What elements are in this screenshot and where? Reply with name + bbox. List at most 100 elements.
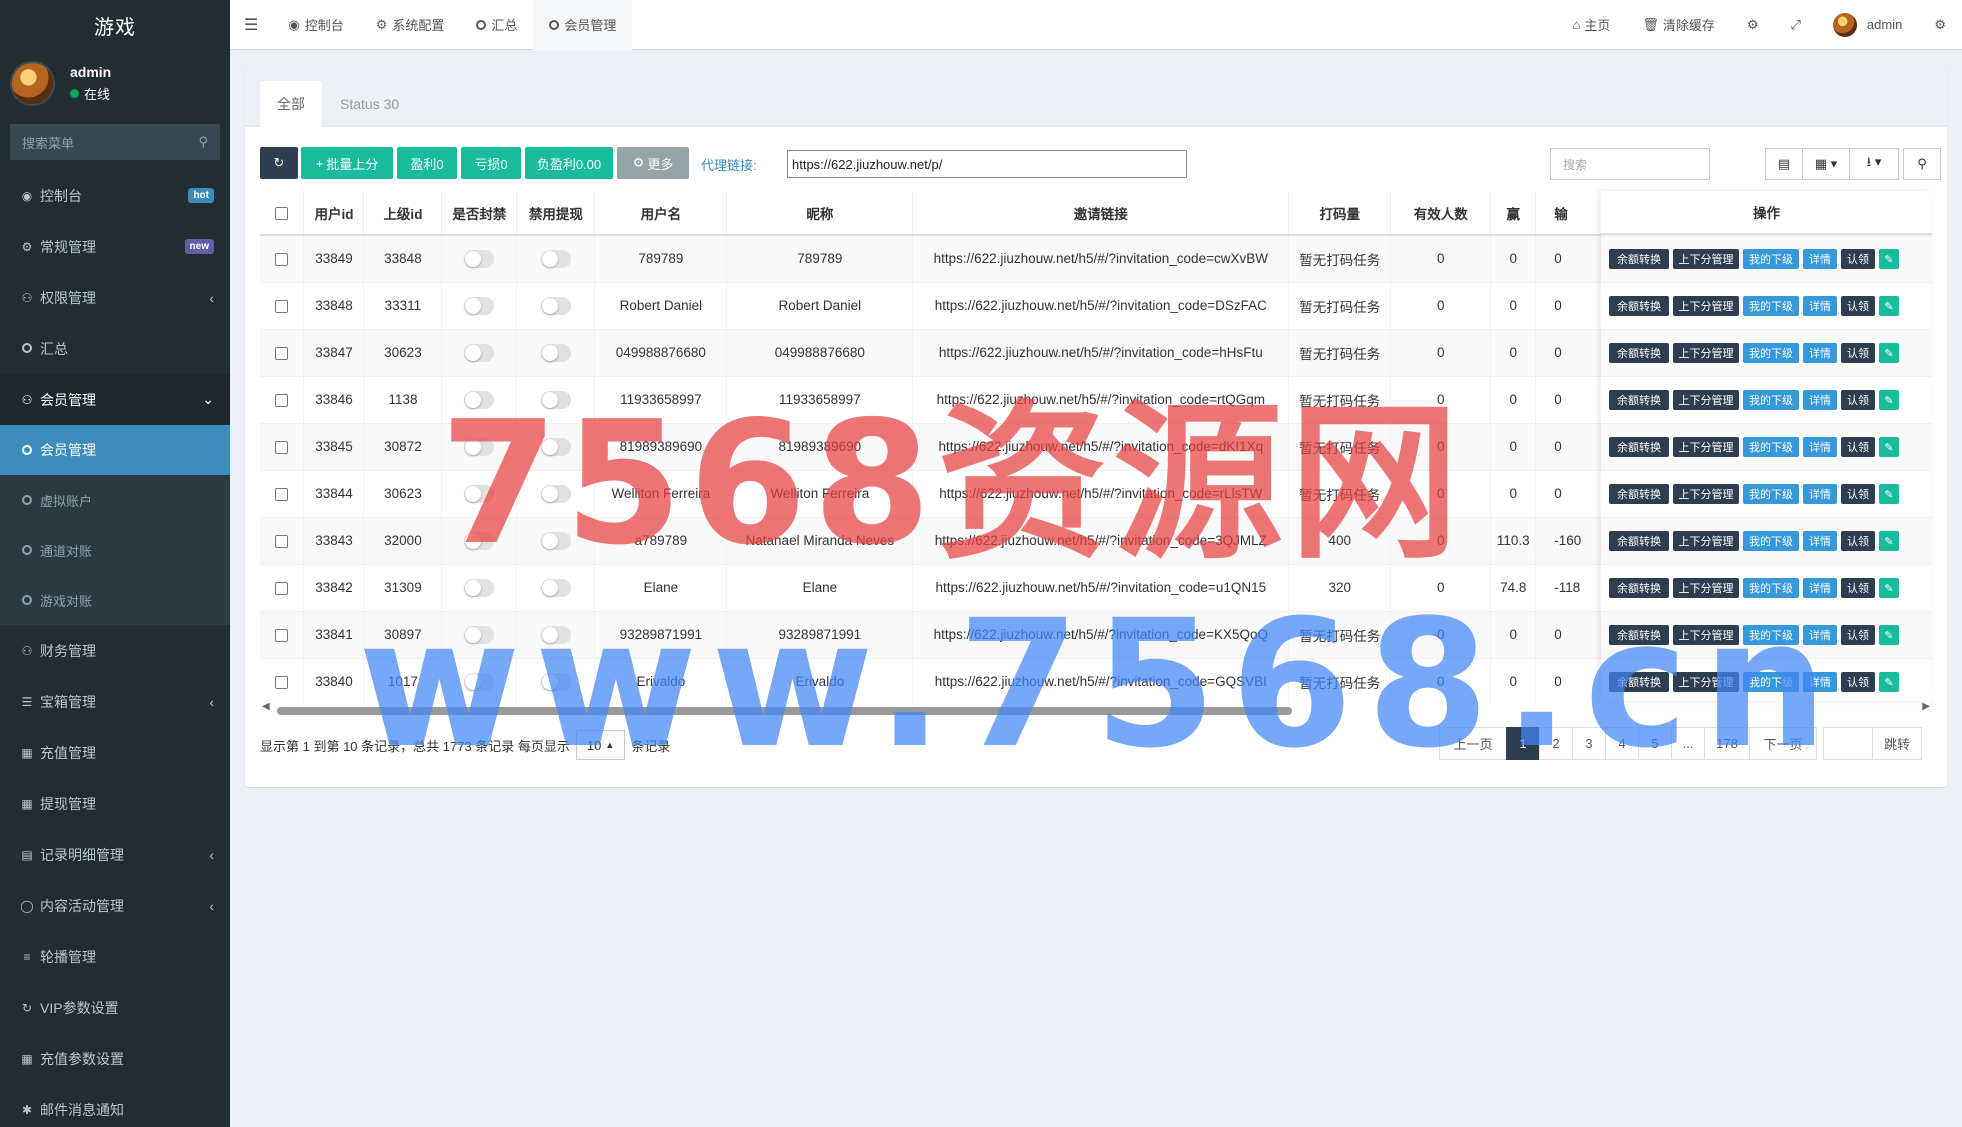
row-checkbox[interactable]	[260, 234, 305, 282]
edit-icon[interactable]: ✎	[1879, 296, 1899, 316]
tab-dashboard[interactable]: ◉ 控制台	[272, 0, 359, 50]
profit-button[interactable]: 盈利0	[397, 147, 457, 179]
negative-profit-button[interactable]: 负盈利0.00	[525, 147, 613, 179]
details-button[interactable]: 详情	[1803, 343, 1837, 363]
user-menu[interactable]: admin	[1817, 0, 1918, 50]
row-checkbox[interactable]	[260, 422, 305, 470]
my-subordinates-button[interactable]: 我的下级	[1743, 484, 1799, 504]
details-button[interactable]: 详情	[1803, 484, 1837, 504]
row-checkbox[interactable]	[260, 375, 305, 423]
row-checkbox[interactable]	[260, 516, 305, 564]
toggle-view-button[interactable]: ▤	[1765, 148, 1803, 180]
sidebar-item[interactable]: ▦ 充值管理	[0, 727, 230, 778]
loss-button[interactable]: 亏损0	[461, 147, 521, 179]
score-manage-button[interactable]: 上下分管理	[1673, 249, 1739, 269]
my-subordinates-button[interactable]: 我的下级	[1743, 249, 1799, 269]
export-button[interactable]: ⭳ ▾	[1849, 148, 1899, 180]
details-button[interactable]: 详情	[1803, 249, 1837, 269]
search-input[interactable]: 搜索	[1550, 148, 1710, 180]
tab-member-management[interactable]: 会员管理	[533, 0, 633, 50]
balance-transfer-button[interactable]: 余额转换	[1609, 484, 1669, 504]
score-manage-button[interactable]: 上下分管理	[1673, 390, 1739, 410]
details-button[interactable]: 详情	[1803, 390, 1837, 410]
score-manage-button[interactable]: 上下分管理	[1673, 437, 1739, 457]
submenu-item[interactable]: 通道对账	[0, 525, 230, 575]
balance-transfer-button[interactable]: 余额转换	[1609, 390, 1669, 410]
claim-button[interactable]: 认领	[1841, 578, 1875, 598]
row-checkbox[interactable]	[260, 610, 305, 658]
translate-icon[interactable]: ⚙	[1731, 0, 1775, 50]
more-button[interactable]: ⚙ 更多	[617, 147, 689, 179]
sidebar-item[interactable]: ⚙ 常规管理 new	[0, 221, 230, 272]
details-button[interactable]: 详情	[1803, 531, 1837, 551]
sidebar-item[interactable]: ◯ 内容活动管理 ‹	[0, 880, 230, 931]
claim-button[interactable]: 认领	[1841, 625, 1875, 645]
submenu-item[interactable]: 游戏对账	[0, 575, 230, 625]
col-user-id[interactable]: 用户id	[303, 191, 365, 236]
advanced-search-button[interactable]: ⚲	[1903, 148, 1941, 180]
ban-toggle[interactable]	[441, 281, 518, 329]
row-checkbox[interactable]	[260, 469, 305, 517]
my-subordinates-button[interactable]: 我的下级	[1743, 296, 1799, 316]
tab-all[interactable]: 全部	[260, 81, 322, 127]
row-checkbox[interactable]	[260, 563, 305, 611]
claim-button[interactable]: 认领	[1841, 249, 1875, 269]
sidebar-item[interactable]: ⚇ 财务管理	[0, 625, 230, 676]
scroll-left-icon[interactable]: ◀	[262, 701, 270, 712]
refresh-button[interactable]: ↻	[260, 147, 298, 179]
edit-icon[interactable]: ✎	[1879, 672, 1899, 692]
fullscreen-icon[interactable]: ⤢	[1775, 0, 1817, 50]
submenu-item[interactable]: 虚拟账户	[0, 475, 230, 525]
sidebar-item[interactable]: ▦ 提现管理	[0, 778, 230, 829]
details-button[interactable]: 详情	[1803, 437, 1837, 457]
submenu-item[interactable]: 会员管理	[0, 425, 230, 475]
row-checkbox[interactable]	[260, 281, 305, 329]
score-manage-button[interactable]: 上下分管理	[1673, 484, 1739, 504]
scroll-right-icon[interactable]: ▶	[1922, 701, 1930, 712]
edit-icon[interactable]: ✎	[1879, 484, 1899, 504]
row-checkbox[interactable]	[260, 657, 305, 705]
sidebar-item[interactable]: 汇总	[0, 323, 230, 374]
balance-transfer-button[interactable]: 余额转换	[1609, 531, 1669, 551]
withdraw-toggle[interactable]	[516, 234, 596, 282]
claim-button[interactable]: 认领	[1841, 484, 1875, 504]
sidebar-search-input[interactable]: 搜索菜单 ⚲	[10, 124, 220, 160]
claim-button[interactable]: 认领	[1841, 531, 1875, 551]
tab-status-30[interactable]: Status 30	[323, 81, 416, 127]
balance-transfer-button[interactable]: 余额转换	[1609, 249, 1669, 269]
my-subordinates-button[interactable]: 我的下级	[1743, 531, 1799, 551]
edit-icon[interactable]: ✎	[1879, 578, 1899, 598]
claim-button[interactable]: 认领	[1841, 672, 1875, 692]
row-checkbox[interactable]	[260, 328, 305, 376]
balance-transfer-button[interactable]: 余额转换	[1609, 296, 1669, 316]
columns-button[interactable]: ▦ ▾	[1802, 148, 1850, 180]
sidebar-item[interactable]: ⚇ 权限管理 ‹	[0, 272, 230, 323]
claim-button[interactable]: 认领	[1841, 296, 1875, 316]
claim-button[interactable]: 认领	[1841, 390, 1875, 410]
sidebar-item[interactable]: ▦ 充值参数设置	[0, 1033, 230, 1084]
edit-icon[interactable]: ✎	[1879, 625, 1899, 645]
score-manage-button[interactable]: 上下分管理	[1673, 531, 1739, 551]
clear-cache-button[interactable]: 🗑 清除缓存	[1626, 0, 1731, 50]
withdraw-toggle[interactable]	[516, 281, 596, 329]
app-logo[interactable]: 游戏	[0, 0, 230, 50]
sidebar-item[interactable]: ◉ 控制台 hot	[0, 170, 230, 221]
details-button[interactable]: 详情	[1803, 296, 1837, 316]
my-subordinates-button[interactable]: 我的下级	[1743, 343, 1799, 363]
claim-button[interactable]: 认领	[1841, 343, 1875, 363]
edit-icon[interactable]: ✎	[1879, 249, 1899, 269]
sidebar-item[interactable]: ▤ 记录明细管理 ‹	[0, 829, 230, 880]
sidebar-toggle-icon[interactable]: ☰	[230, 0, 272, 50]
edit-icon[interactable]: ✎	[1879, 390, 1899, 410]
sidebar-item[interactable]: ↻ VIP参数设置	[0, 982, 230, 1033]
sidebar-item[interactable]: ⚇ 会员管理 ⌄	[0, 374, 230, 425]
score-manage-button[interactable]: 上下分管理	[1673, 296, 1739, 316]
ban-toggle[interactable]	[441, 234, 518, 282]
batch-add-button[interactable]: + 批量上分	[301, 147, 393, 179]
sidebar-item[interactable]: ≡ 轮播管理	[0, 931, 230, 982]
claim-button[interactable]: 认领	[1841, 437, 1875, 457]
search-icon[interactable]: ⚲	[198, 134, 208, 150]
proxy-link-input[interactable]: https://622.jiuzhouw.net/p/	[787, 150, 1187, 178]
sidebar-item[interactable]: ✱ 邮件消息通知	[0, 1084, 230, 1127]
edit-icon[interactable]: ✎	[1879, 531, 1899, 551]
